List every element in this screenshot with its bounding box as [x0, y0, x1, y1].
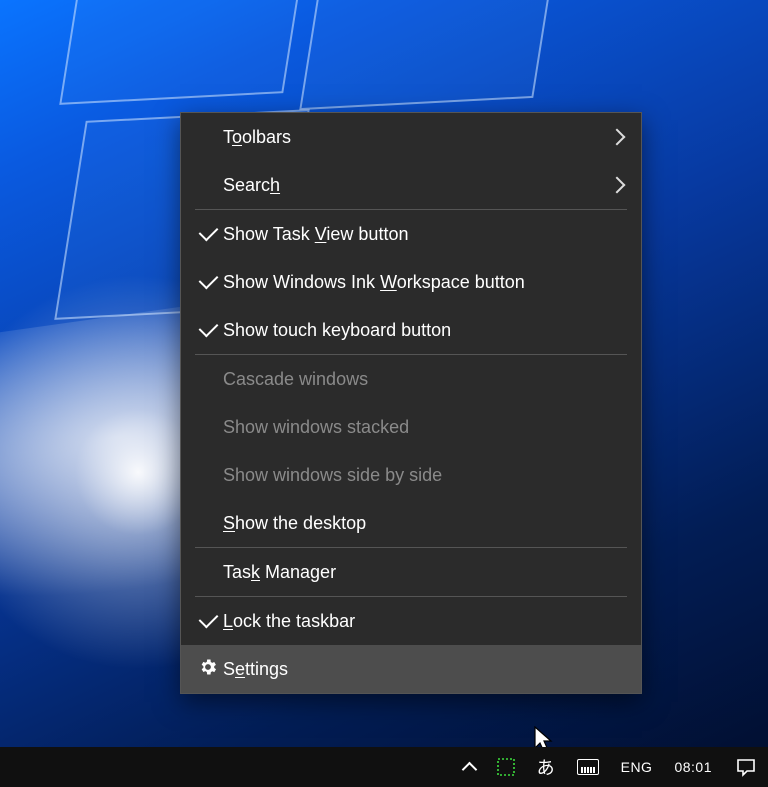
wallpaper-pane: [59, 0, 315, 105]
menu-item-lock[interactable]: Lock the taskbar: [181, 597, 641, 645]
menu-item-label: Cascade windows: [223, 369, 623, 390]
menu-item-label: Show touch keyboard button: [223, 320, 623, 341]
menu-item-label: Lock the taskbar: [223, 611, 623, 632]
menu-item-label: Search: [223, 175, 605, 196]
ime-indicator[interactable]: あ: [533, 747, 559, 787]
check-icon: [198, 269, 218, 289]
menu-item-label: Toolbars: [223, 127, 605, 148]
tray-app-icon[interactable]: [493, 747, 519, 787]
menu-item-ink[interactable]: Show Windows Ink Workspace button: [181, 258, 641, 306]
menu-item-sidebyside: Show windows side by side: [181, 451, 641, 499]
taskbar-context-menu: Toolbars Search Show Task View button Show …: [180, 112, 642, 694]
check-icon: [198, 317, 218, 337]
chevron-right-icon: [605, 127, 623, 148]
menu-item-label: Show windows side by side: [223, 465, 623, 486]
menu-item-label: Show Task View button: [223, 224, 623, 245]
check-icon: [198, 608, 218, 628]
menu-item-label: Task Manager: [223, 562, 623, 583]
clock[interactable]: 08:01: [670, 747, 716, 787]
menu-item-touchkb[interactable]: Show touch keyboard button: [181, 306, 641, 354]
menu-item-label: Show Windows Ink Workspace button: [223, 272, 623, 293]
chevron-right-icon: [605, 175, 623, 196]
wallpaper-pane: [299, 0, 565, 110]
tray-overflow-button[interactable]: [460, 747, 479, 787]
check-icon: [198, 221, 218, 241]
system-tray: あ ENG 08:01: [460, 747, 762, 787]
taskbar[interactable]: あ ENG 08:01: [0, 747, 768, 787]
dotted-square-icon: [497, 758, 515, 776]
touch-keyboard-button[interactable]: [573, 747, 603, 787]
menu-item-toolbars[interactable]: Toolbars: [181, 113, 641, 161]
menu-item-stacked: Show windows stacked: [181, 403, 641, 451]
chevron-up-icon: [461, 761, 477, 777]
keyboard-icon: [577, 759, 599, 775]
language-indicator[interactable]: ENG: [617, 747, 657, 787]
menu-item-label: Show windows stacked: [223, 417, 623, 438]
menu-item-cascade: Cascade windows: [181, 355, 641, 403]
menu-item-showdesktop[interactable]: Show the desktop: [181, 499, 641, 547]
gear-icon: [198, 657, 218, 682]
action-center-button[interactable]: [730, 747, 762, 787]
menu-item-settings[interactable]: Settings: [181, 645, 641, 693]
menu-item-search[interactable]: Search: [181, 161, 641, 209]
menu-item-taskmgr[interactable]: Task Manager: [181, 548, 641, 596]
menu-item-label: Settings: [223, 659, 623, 680]
menu-item-label: Show the desktop: [223, 513, 623, 534]
menu-item-taskview[interactable]: Show Task View button: [181, 210, 641, 258]
notification-icon: [736, 757, 756, 777]
